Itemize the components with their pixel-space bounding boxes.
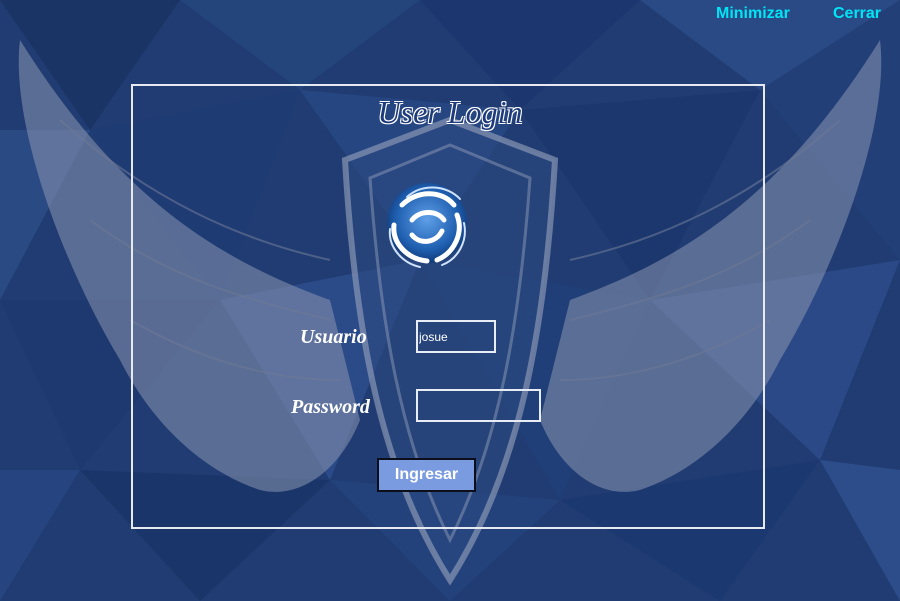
login-button[interactable]: Ingresar [377, 458, 476, 492]
close-button[interactable]: Cerrar [833, 5, 881, 23]
swirl-logo-icon [387, 183, 467, 268]
username-label: Usuario [300, 326, 367, 348]
login-title: User Login [377, 94, 523, 130]
password-label: Password [291, 396, 370, 418]
username-input[interactable] [416, 320, 496, 353]
minimize-button[interactable]: Minimizar [716, 5, 790, 23]
password-input[interactable] [416, 389, 541, 422]
